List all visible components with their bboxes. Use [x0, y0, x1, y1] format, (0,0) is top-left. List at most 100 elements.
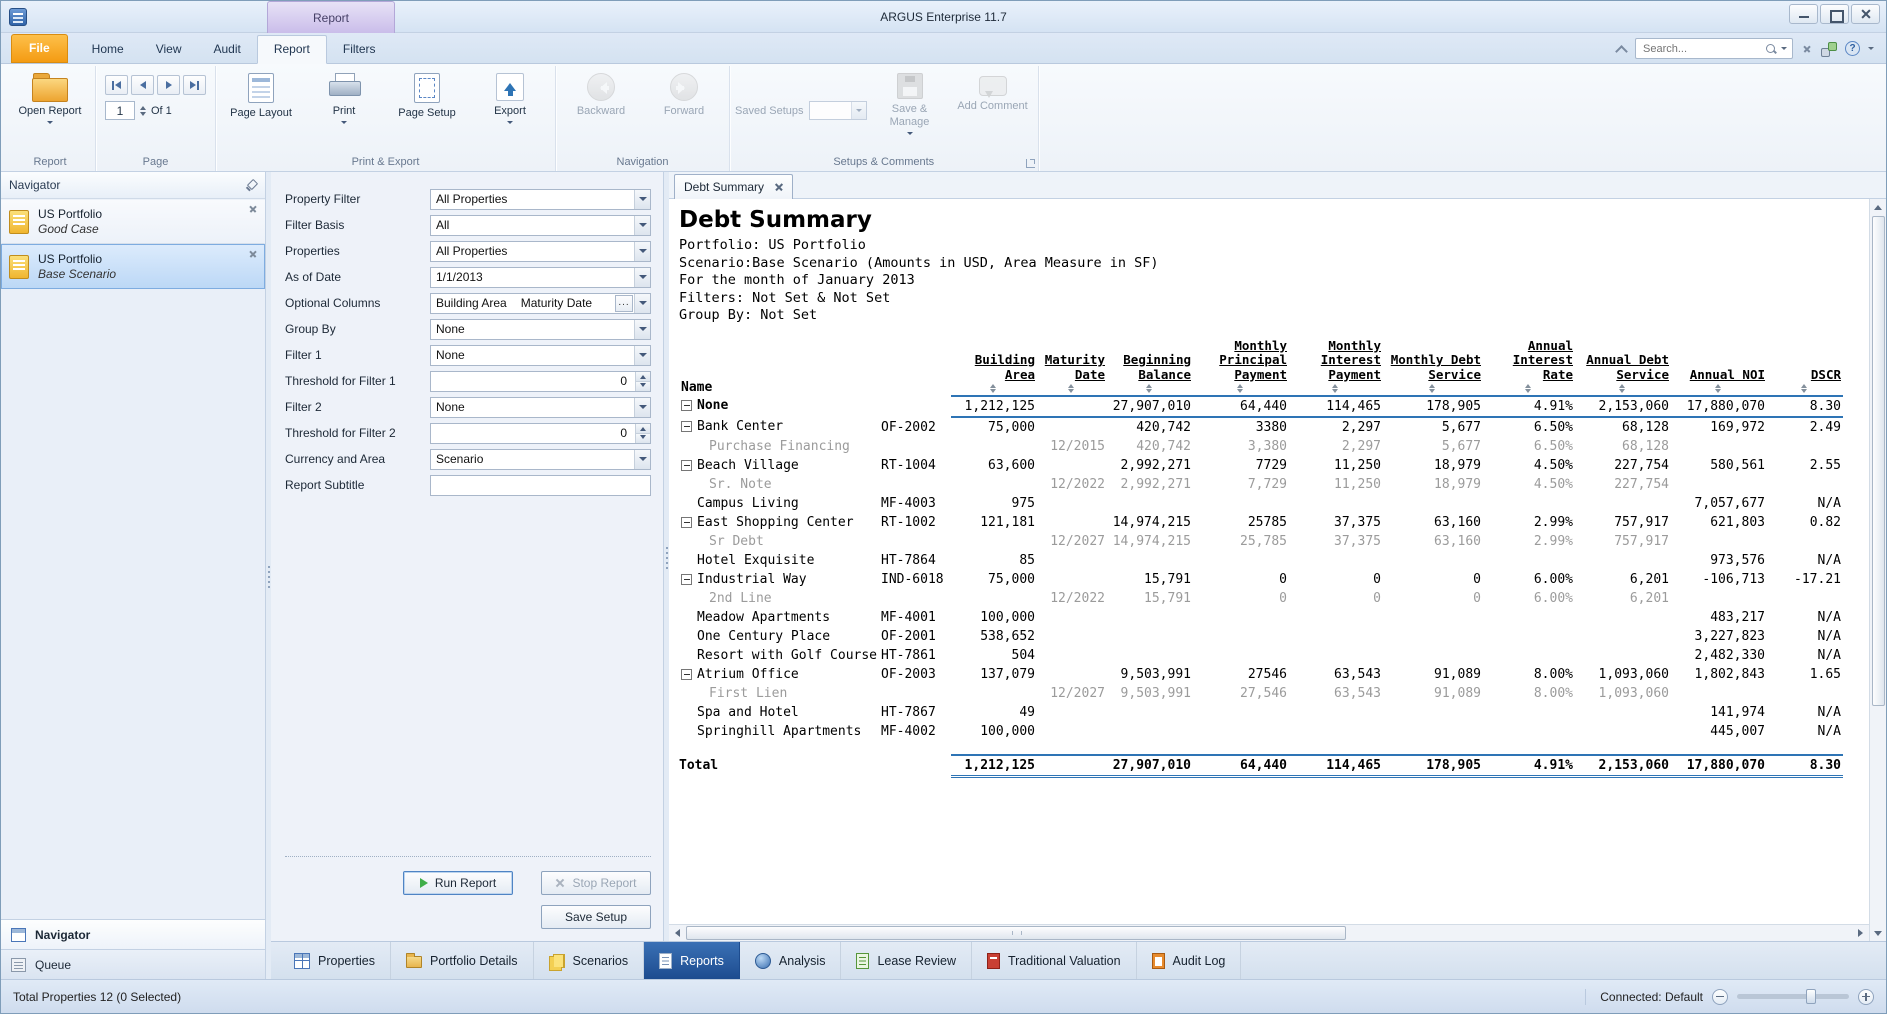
parameter-input[interactable]: All Properties	[430, 241, 651, 262]
scroll-left-icon[interactable]	[670, 925, 685, 941]
column-header[interactable]: Monthly Principal Payment	[1193, 339, 1289, 397]
parameter-input[interactable]: 1/1/2013	[430, 267, 651, 288]
search-dropdown-icon[interactable]	[1781, 47, 1787, 53]
close-tab-icon[interactable]	[774, 183, 783, 192]
module-tab[interactable]: Portfolio Details	[391, 942, 534, 979]
table-row[interactable]: Bank Center OF-2002 75,000 420,742 3380	[679, 417, 1843, 437]
parameter-input[interactable]: None	[430, 319, 651, 340]
module-tab[interactable]: Audit Log	[1137, 942, 1242, 979]
navigator-item[interactable]: US Portfolio Base Scenario	[1, 244, 265, 289]
search-icon[interactable]	[1765, 43, 1777, 55]
spinner-buttons[interactable]	[635, 372, 650, 391]
dropdown-arrow-icon[interactable]	[634, 294, 650, 313]
dropdown-arrow-icon[interactable]	[634, 190, 650, 209]
column-header[interactable]: Monthly Debt Service	[1383, 339, 1483, 397]
module-tab[interactable]: Reports	[644, 942, 740, 979]
parameter-input[interactable]: None	[430, 345, 651, 366]
zoom-slider[interactable]	[1737, 994, 1849, 999]
first-page-button[interactable]	[105, 75, 128, 95]
table-row[interactable]: Meadow Apartments MF-4001 100,000	[679, 608, 1843, 627]
pin-icon[interactable]	[244, 179, 257, 192]
page-setup-button[interactable]: Page Setup	[387, 69, 467, 122]
parameters-splitter[interactable]	[664, 172, 669, 941]
column-header[interactable]: Beginning Balance	[1107, 339, 1193, 397]
connections-icon[interactable]	[1821, 42, 1837, 56]
zoom-out-icon[interactable]	[1712, 989, 1728, 1005]
dialog-launcher-icon[interactable]	[1026, 159, 1035, 168]
table-row[interactable]: 2nd Line 12/2022 15,791 0 0	[679, 589, 1843, 608]
table-row[interactable]: One Century Place OF-2001 538,652	[679, 627, 1843, 646]
parameter-input[interactable]: All Properties	[430, 189, 651, 210]
dropdown-arrow-icon[interactable]	[634, 398, 650, 417]
table-row[interactable]: Resort with Golf Course HT-7861 504	[679, 646, 1843, 665]
scroll-down-icon[interactable]	[1871, 925, 1886, 941]
parameter-input[interactable]: 0	[430, 423, 651, 444]
dropdown-arrow-icon[interactable]	[634, 346, 650, 365]
navigator-item[interactable]: US Portfolio Good Case	[1, 199, 265, 244]
vertical-scrollbar[interactable]	[1869, 199, 1886, 941]
expand-collapse-icon[interactable]	[681, 517, 692, 528]
sort-icon[interactable]	[1193, 384, 1287, 394]
sort-icon[interactable]	[1289, 384, 1381, 394]
column-header[interactable]: DSCR	[1767, 339, 1843, 397]
help-icon[interactable]	[1845, 41, 1860, 56]
module-tab[interactable]: Scenarios	[534, 942, 645, 979]
column-header[interactable]: Annual Interest Rate	[1483, 339, 1575, 397]
document-tab[interactable]: Debt Summary	[674, 174, 793, 199]
table-row[interactable]: Purchase Financing 12/2015 420,742 3,380	[679, 437, 1843, 456]
dropdown-arrow-icon[interactable]	[634, 450, 650, 469]
ribbon-tab[interactable]: Filters	[327, 36, 392, 63]
page-layout-button[interactable]: Page Layout	[221, 69, 301, 122]
table-row[interactable]: Springhill Apartments MF-4002 100,000	[679, 722, 1843, 741]
expand-collapse-icon[interactable]	[681, 669, 692, 680]
dropdown-arrow-icon[interactable]	[634, 320, 650, 339]
next-page-button[interactable]	[157, 75, 180, 95]
previous-page-button[interactable]	[131, 75, 154, 95]
table-row[interactable]: Campus Living MF-4003 975	[679, 494, 1843, 513]
parameter-input[interactable]	[430, 475, 651, 496]
clear-search-icon[interactable]	[1801, 43, 1813, 55]
search-input[interactable]	[1641, 42, 1761, 56]
sort-icon[interactable]	[1671, 384, 1765, 394]
name-column-header[interactable]: Name	[679, 339, 881, 397]
sort-icon[interactable]	[1575, 384, 1669, 394]
maximize-icon[interactable]	[1820, 4, 1849, 24]
dropdown-arrow-icon[interactable]	[634, 216, 650, 235]
table-row[interactable]: Sr. Note 12/2022 2,992,271 7,729	[679, 475, 1843, 494]
sort-icon[interactable]	[1037, 384, 1105, 394]
column-header[interactable]: Monthly Interest Payment	[1289, 339, 1383, 397]
sort-icon[interactable]	[1483, 384, 1573, 394]
module-tab[interactable]: Lease Review	[841, 942, 972, 979]
column-header[interactable]: Building Area	[951, 339, 1037, 397]
module-tab[interactable]: Properties	[279, 942, 391, 979]
table-row[interactable]: Hotel Exquisite HT-7864 85	[679, 551, 1843, 570]
table-row[interactable]: None 1,212,125 27,907,010 64,440	[679, 396, 1843, 417]
close-icon[interactable]	[1851, 4, 1880, 24]
module-tab[interactable]: Traditional Valuation	[972, 942, 1137, 979]
open-report-button[interactable]: Open Report	[10, 69, 90, 129]
ribbon-tab[interactable]: Home	[76, 36, 140, 63]
dropdown-arrow-icon[interactable]	[634, 242, 650, 261]
sort-icon[interactable]	[1107, 384, 1191, 394]
page-spinner[interactable]	[140, 106, 146, 116]
scroll-up-icon[interactable]	[1871, 199, 1886, 215]
table-row[interactable]: East Shopping Center RT-1002 121,181 14,…	[679, 513, 1843, 532]
minimize-icon[interactable]	[1789, 4, 1818, 24]
column-header[interactable]: Annual Debt Service	[1575, 339, 1671, 397]
horizontal-scrollbar[interactable]	[669, 924, 1869, 941]
sort-icon[interactable]	[1767, 384, 1841, 394]
parameter-input[interactable]: Building Area Maturity Date	[430, 293, 651, 314]
collapse-ribbon-icon[interactable]	[1615, 43, 1627, 55]
print-button[interactable]: Print	[304, 69, 384, 129]
sort-icon[interactable]	[951, 384, 1035, 394]
table-row[interactable]: First Lien 12/2027 9,503,991 27,546	[679, 684, 1843, 703]
table-row[interactable]: Industrial Way IND-6018 75,000 15,791 0	[679, 570, 1843, 589]
ribbon-tab[interactable]: Report	[257, 35, 327, 64]
ribbon-tab[interactable]: View	[140, 36, 198, 63]
parameter-input[interactable]: 0	[430, 371, 651, 392]
ellipsis-button[interactable]	[615, 295, 633, 312]
column-header[interactable]: Annual NOI	[1671, 339, 1767, 397]
ribbon-tab[interactable]: Audit	[197, 36, 256, 63]
search-box[interactable]	[1635, 38, 1793, 59]
last-page-button[interactable]	[183, 75, 206, 95]
